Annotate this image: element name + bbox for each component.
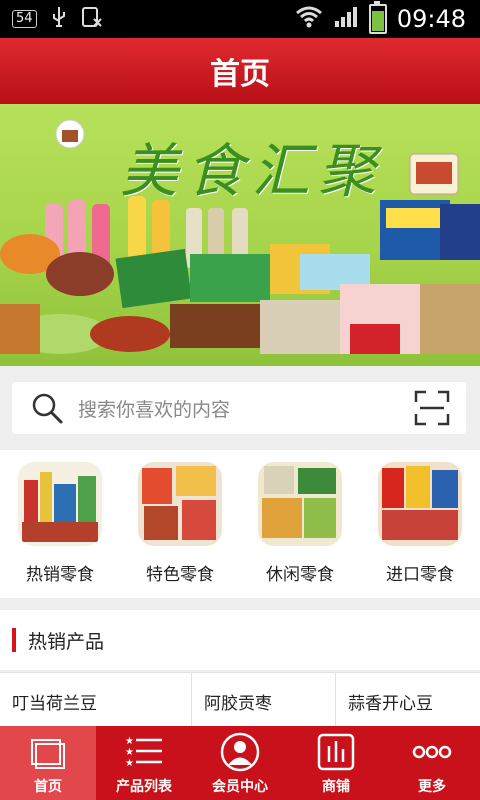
battery-charging-icon	[368, 1, 387, 34]
clock: 09:48	[396, 5, 466, 33]
nav-label: 商铺	[322, 779, 350, 795]
hot-snacks-image[interactable]	[18, 462, 102, 546]
shop-icon	[317, 733, 355, 771]
search-icon[interactable]	[30, 391, 64, 425]
section-title: 热销产品	[28, 630, 105, 653]
nav-label: 产品列表	[116, 779, 172, 795]
search-bar[interactable]: 搜索你喜欢的内容	[12, 382, 466, 434]
more-icon	[412, 745, 452, 759]
category-label: 热销零食	[26, 565, 94, 585]
page-title: 首页	[210, 57, 270, 92]
nav-label: 更多	[418, 779, 446, 795]
category-leisure-snacks[interactable]: 休闲零食	[240, 450, 360, 598]
specialty-snacks-image[interactable]	[138, 462, 222, 546]
status-bar: 54 09:48	[0, 0, 480, 38]
category-label: 特色零食	[146, 565, 214, 585]
nav-label: 首页	[34, 779, 62, 795]
bottom-nav: 首页 ★ ★ ★ 产品列表 会员中心 商铺 更多	[0, 726, 480, 800]
category-label: 进口零食	[386, 565, 454, 585]
banner-products-image	[0, 119, 480, 354]
section-marker	[12, 628, 16, 652]
list-icon: ★ ★ ★	[125, 736, 162, 769]
list-item[interactable]: 蒜香开心豆	[336, 673, 480, 729]
imported-snacks-image[interactable]	[378, 462, 462, 546]
signal-icon	[333, 5, 359, 33]
category-imported-snacks[interactable]: 进口零食	[360, 450, 480, 598]
page-header: 首页	[0, 38, 480, 104]
nav-product-list[interactable]: ★ ★ ★ 产品列表	[96, 726, 192, 800]
search-input[interactable]: 搜索你喜欢的内容	[78, 395, 230, 422]
svg-text:★: ★	[125, 747, 134, 758]
list-item[interactable]: 阿胶贡枣	[192, 673, 336, 729]
category-grid: 热销零食 特色零食 休闲零食 进口零食	[0, 450, 480, 598]
promo-banner[interactable]: 美食汇聚	[0, 104, 480, 366]
nav-member-center[interactable]: 会员中心	[192, 726, 288, 800]
usb-icon	[51, 6, 67, 33]
hot-products-header: 热销产品	[0, 610, 480, 670]
svg-text:★: ★	[125, 736, 134, 747]
search-section: 搜索你喜欢的内容	[0, 366, 480, 450]
nav-label: 会员中心	[212, 779, 268, 795]
category-label: 休闲零食	[266, 565, 334, 585]
nav-home[interactable]: 首页	[0, 726, 96, 800]
category-hot-snacks[interactable]: 热销零食	[0, 450, 120, 598]
category-specialty-snacks[interactable]: 特色零食	[120, 450, 240, 598]
nav-more[interactable]: 更多	[384, 726, 480, 800]
sim-card-icon	[81, 6, 103, 33]
home-icon	[31, 739, 65, 769]
leisure-snacks-image[interactable]	[258, 462, 342, 546]
wifi-icon	[295, 5, 323, 33]
nav-shop[interactable]: 商铺	[288, 726, 384, 800]
notification-badge: 54	[12, 10, 37, 28]
list-item[interactable]: 叮当荷兰豆	[0, 673, 192, 729]
user-icon	[220, 732, 260, 772]
hot-products-list: 叮当荷兰豆 阿胶贡枣 蒜香开心豆	[0, 672, 480, 729]
svg-text:★: ★	[125, 758, 134, 769]
scan-icon[interactable]	[414, 390, 450, 426]
